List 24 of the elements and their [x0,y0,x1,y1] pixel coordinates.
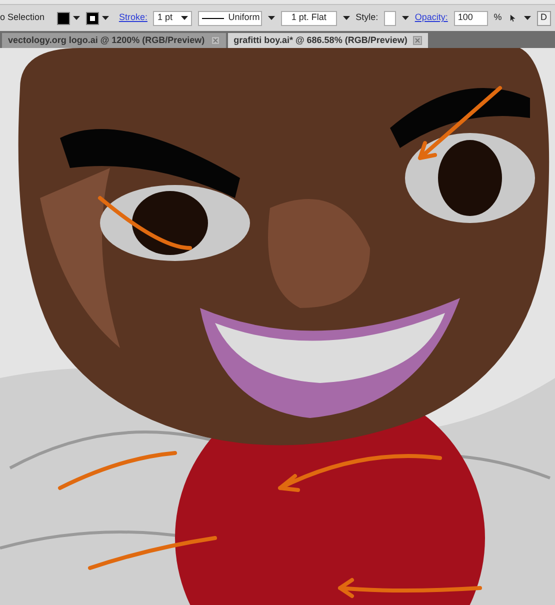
selection-label: o Selection [0,11,46,24]
profile-dropdown[interactable]: Uniform [198,10,262,26]
fill-swatch[interactable] [56,12,70,24]
opacity-link[interactable]: Opacity: [414,11,448,25]
caret-icon[interactable] [402,16,409,20]
caret-icon[interactable] [72,16,80,20]
style-label: Style: [356,11,378,24]
caret-icon[interactable] [524,16,531,20]
caret-icon[interactable] [102,16,109,20]
stroke-link[interactable]: Stroke: [118,11,148,25]
caret-icon[interactable] [268,16,276,20]
stroke-swatch[interactable] [86,12,99,24]
document-tab[interactable]: grafitti boy.ai* @ 686.58% (RGB/Preview) [228,33,428,48]
brush-dropdown[interactable]: 1 pt. Flat [281,10,337,26]
style-swatch[interactable] [384,10,396,26]
caret-icon[interactable] [181,16,188,20]
stroke-weight-field[interactable]: 1 pt [153,10,192,26]
close-icon[interactable] [413,36,422,45]
caret-icon[interactable] [342,16,350,20]
toolbar-button[interactable]: D [536,10,552,26]
percent-label: % [494,11,502,24]
document-tab[interactable]: vectology.org logo.ai @ 1200% (RGB/Preview) [2,33,226,48]
selection-tool-icon[interactable] [508,12,518,24]
opacity-field[interactable]: 100 [454,10,488,26]
